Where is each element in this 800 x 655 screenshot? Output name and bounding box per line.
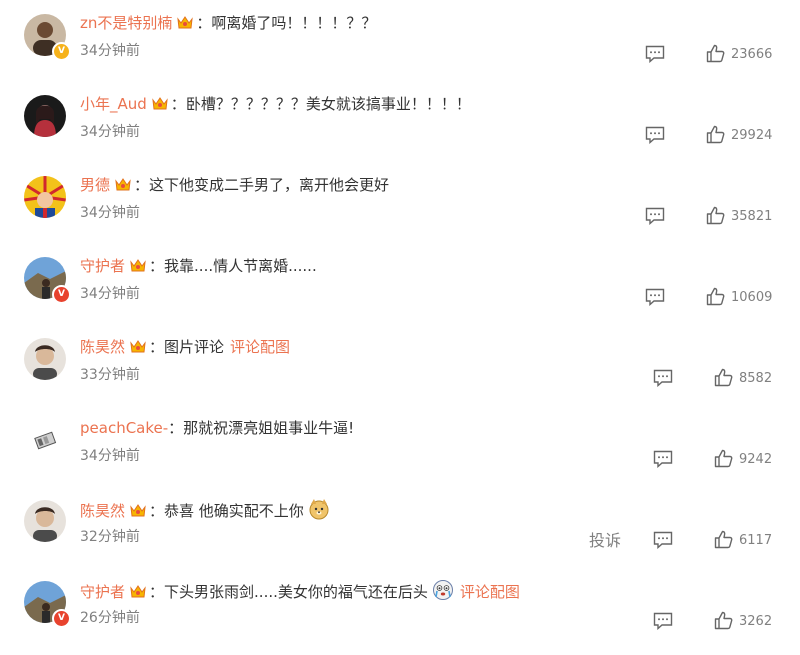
comment-text: 图片评论 <box>164 338 225 356</box>
like-count: 29924 <box>731 128 773 143</box>
comment-item: 陈昊然 ：恭喜 他确实配不上你 32分钟前 投诉 6117 <box>0 486 800 567</box>
comment-text: 卧槽？？？？？？美女就该搞事业！！！！ <box>185 95 471 113</box>
avatar[interactable] <box>24 176 66 218</box>
username[interactable]: 守护者 <box>80 257 125 275</box>
comment-text: 恭喜 他确实配不上你 <box>164 502 304 520</box>
doge-emoji-icon <box>308 498 330 526</box>
like-icon[interactable] <box>714 611 733 630</box>
like-count: 8582 <box>739 371 773 386</box>
comment-text: 我靠....情人节离婚...... <box>164 257 317 275</box>
reply-icon[interactable] <box>653 369 673 387</box>
like-count: 35821 <box>731 209 773 224</box>
comment-item: V 守护者 ：下头男张雨剑.....美女你的福气还在后头 评论配图 26分钟前 32… <box>0 567 800 648</box>
avatar[interactable] <box>24 419 66 461</box>
verified-badge-icon: V <box>52 285 71 304</box>
timestamp: 34分钟前 <box>80 286 140 302</box>
member-crown-icon <box>129 501 147 519</box>
comment-text: 那就祝漂亮姐姐事业牛逼! <box>183 419 355 437</box>
like-icon[interactable] <box>706 287 725 306</box>
like-icon[interactable] <box>714 449 733 468</box>
crying-face-emoji-icon <box>432 579 454 607</box>
username[interactable]: 陈昊然 <box>80 338 125 356</box>
comment-image-link[interactable]: 评论配图 <box>230 338 290 356</box>
username[interactable]: 小年_Aud <box>80 95 147 113</box>
comment-image-link[interactable]: 评论配图 <box>460 583 520 601</box>
member-crown-icon <box>151 94 169 112</box>
reply-icon[interactable] <box>645 288 665 306</box>
comment-item: 小年_Aud ：卧槽？？？？？？美女就该搞事业！！！！ 34分钟前 29924 <box>0 81 800 162</box>
like-icon[interactable] <box>706 125 725 144</box>
comment-item: 陈昊然 ：图片评论 评论配图 33分钟前 8582 <box>0 324 800 405</box>
like-count: 3262 <box>739 614 773 629</box>
username[interactable]: zn不是特别楠 <box>80 14 172 32</box>
timestamp: 32分钟前 <box>80 529 140 545</box>
comment-item: 男德 ：这下他变成二手男了，离开他会更好 34分钟前 35821 <box>0 162 800 243</box>
report-button[interactable]: 投诉 <box>589 530 621 552</box>
like-icon[interactable] <box>714 530 733 549</box>
avatar[interactable] <box>24 500 66 542</box>
timestamp: 34分钟前 <box>80 448 140 464</box>
verified-badge-icon: V <box>52 609 71 628</box>
member-crown-icon <box>129 337 147 355</box>
like-count: 10609 <box>731 290 773 305</box>
like-icon[interactable] <box>714 368 733 387</box>
timestamp: 34分钟前 <box>80 43 140 59</box>
comment-text: 这下他变成二手男了，离开他会更好 <box>149 176 390 194</box>
timestamp: 33分钟前 <box>80 367 140 383</box>
comment-text: 啊离婚了吗！！！！？？ <box>211 14 377 32</box>
reply-icon[interactable] <box>645 126 665 144</box>
reply-icon[interactable] <box>653 531 673 549</box>
username[interactable]: 男德 <box>80 176 110 194</box>
comment-text: 下头男张雨剑.....美女你的福气还在后头 <box>164 583 428 601</box>
timestamp: 26分钟前 <box>80 610 140 626</box>
avatar[interactable] <box>24 338 66 380</box>
username[interactable]: 陈昊然 <box>80 502 125 520</box>
timestamp: 34分钟前 <box>80 205 140 221</box>
member-crown-icon <box>114 175 132 193</box>
reply-icon[interactable] <box>645 45 665 63</box>
comment-item: V zn不是特别楠 ：啊离婚了吗！！！！？？ 34分钟前 23666 <box>0 0 800 81</box>
comment-item: peachCake-：那就祝漂亮姐姐事业牛逼! 34分钟前 9242 <box>0 405 800 486</box>
reply-icon[interactable] <box>653 450 673 468</box>
verified-badge-icon: V <box>52 42 71 61</box>
like-icon[interactable] <box>706 44 725 63</box>
like-count: 9242 <box>739 452 773 467</box>
member-crown-icon <box>129 582 147 600</box>
like-count: 6117 <box>739 533 773 548</box>
username[interactable]: peachCake- <box>80 419 168 437</box>
like-icon[interactable] <box>706 206 725 225</box>
username[interactable]: 守护者 <box>80 583 125 601</box>
avatar[interactable] <box>24 95 66 137</box>
reply-icon[interactable] <box>645 207 665 225</box>
like-count: 23666 <box>731 47 773 62</box>
reply-icon[interactable] <box>653 612 673 630</box>
member-crown-icon <box>129 256 147 274</box>
member-crown-icon <box>176 13 194 31</box>
timestamp: 34分钟前 <box>80 124 140 140</box>
comment-item: V 守护者 ：我靠....情人节离婚...... 34分钟前 10609 <box>0 243 800 324</box>
